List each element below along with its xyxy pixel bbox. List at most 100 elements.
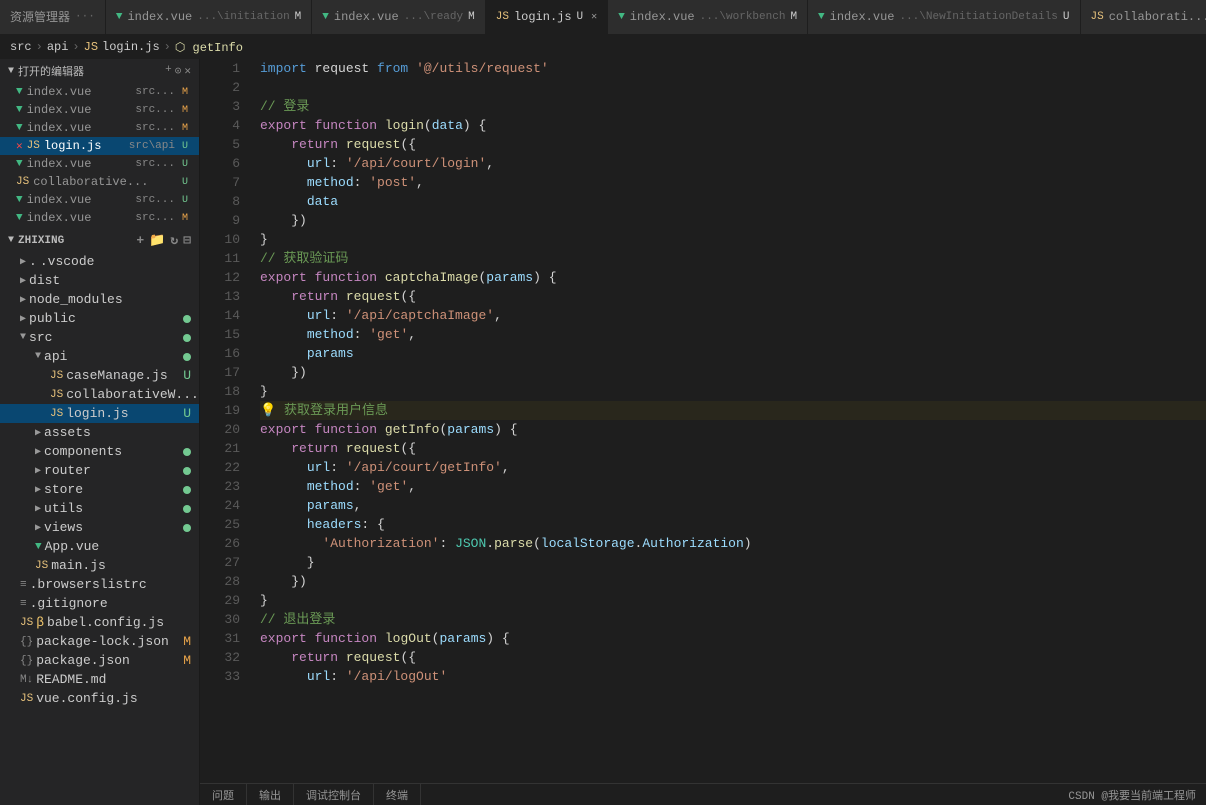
new-folder-icon[interactable]: 📁	[149, 233, 165, 248]
breadcrumb-getinfo[interactable]: ⬡ getInfo	[175, 40, 243, 55]
tree-item-vueconfig[interactable]: JS vue.config.js	[0, 689, 199, 708]
folder-name: utils	[44, 501, 83, 516]
breadcrumb-src[interactable]: src	[10, 40, 32, 54]
folder-name: .vscode	[40, 254, 95, 269]
new-file-icon[interactable]: +	[165, 64, 172, 78]
modified-badge: M	[179, 105, 191, 116]
code-line-23: method: 'get',	[260, 477, 1206, 496]
code-content[interactable]: import request from '@/utils/request' //…	[250, 59, 1206, 783]
git-status-dot	[183, 467, 191, 475]
tree-item-loginjs[interactable]: JS login.js U	[0, 404, 199, 423]
open-editors-section[interactable]: ▼ 打开的编辑器 + ⊙ ✕	[0, 59, 199, 83]
git-badge: M	[183, 634, 191, 649]
tree-item-node_modules[interactable]: ▶ node_modules	[0, 290, 199, 309]
tab-debug-console[interactable]: 调试控制台	[294, 784, 374, 805]
explorer-action-icons: + 📁 ↻ ⊟	[136, 233, 191, 248]
collapse-all-icon[interactable]: ⊟	[183, 233, 191, 248]
editor-filename: index.vue	[27, 193, 132, 207]
editor-item-index5[interactable]: ▼ index.vue src... U	[0, 191, 199, 209]
breadcrumb-loginjs[interactable]: login.js	[102, 40, 160, 54]
save-all-icon[interactable]: ⊙	[175, 64, 182, 78]
tab-collaborative[interactable]: JS collaborati...	[1081, 0, 1206, 34]
file-name: .browserslistrc	[30, 577, 147, 592]
editor-item-index3[interactable]: ▼ index.vue src... M	[0, 119, 199, 137]
tab-index-ready[interactable]: ▼ index.vue ...\ready M	[312, 0, 485, 34]
editor-path: src\api	[129, 140, 175, 152]
tree-item-gitignore[interactable]: ≡ .gitignore	[0, 594, 199, 613]
editor-item-index4[interactable]: ▼ index.vue src... U	[0, 155, 199, 173]
folder-name: views	[44, 520, 83, 535]
tree-item-appvue[interactable]: ▼ App.vue	[0, 537, 199, 556]
editor-item-index6[interactable]: ▼ index.vue src... M	[0, 209, 199, 227]
tree-item-casemanage[interactable]: JS caseManage.js U	[0, 366, 199, 385]
tree-item-src[interactable]: ▼ src	[0, 328, 199, 347]
tree-item-collaborative[interactable]: JS collaborativeW... U	[0, 385, 199, 404]
tab-index-workbench[interactable]: ▼ index.vue ...\workbench M	[608, 0, 808, 34]
code-container[interactable]: 12345 678910 1112131415 1617181920 21222…	[200, 59, 1206, 783]
tab-label: collaborati...	[1109, 10, 1206, 24]
tree-item-public[interactable]: ▶ public	[0, 309, 199, 328]
modified-badge: M	[179, 213, 191, 224]
editor-path: src...	[135, 86, 175, 98]
editor-item-loginjs[interactable]: ✕ JS login.js src\api U	[0, 137, 199, 155]
tab-explorer[interactable]: 资源管理器 ···	[0, 0, 106, 34]
tree-item-packagelock[interactable]: {} package-lock.json M	[0, 632, 199, 651]
tree-item-vscode[interactable]: ▶ . .vscode	[0, 252, 199, 271]
tree-item-views[interactable]: ▶ views	[0, 518, 199, 537]
editor-item-collaborative[interactable]: JS collaborative... U	[0, 173, 199, 191]
breadcrumb-api[interactable]: api	[47, 40, 69, 54]
tab-close-button[interactable]: ✕	[591, 11, 597, 23]
tab-label: index.vue	[830, 10, 895, 24]
code-line-21: return request({	[260, 439, 1206, 458]
arrow-icon: ▼	[8, 66, 14, 77]
folder-arrow: ▶	[20, 294, 26, 306]
editor-filename: collaborative...	[33, 175, 175, 189]
tree-item-router[interactable]: ▶ router	[0, 461, 199, 480]
file-name: caseManage.js	[66, 368, 167, 383]
tree-item-package[interactable]: {} package.json M	[0, 651, 199, 670]
tree-item-babelconfig[interactable]: JS β babel.config.js	[0, 613, 199, 632]
tree-item-dist[interactable]: ▶ dist	[0, 271, 199, 290]
code-line-33: url: '/api/logOut'	[260, 667, 1206, 686]
editor-filename: index.vue	[27, 103, 132, 117]
tree-item-components[interactable]: ▶ components	[0, 442, 199, 461]
tree-item-api[interactable]: ▼ api	[0, 347, 199, 366]
modified-badge: M	[179, 87, 191, 98]
tree-item-utils[interactable]: ▶ utils	[0, 499, 199, 518]
code-line-13: return request({	[260, 287, 1206, 306]
editor-item-index1[interactable]: ▼ index.vue src... M	[0, 83, 199, 101]
file-name: App.vue	[45, 539, 100, 554]
tree-item-store[interactable]: ▶ store	[0, 480, 199, 499]
tree-item-browserslistrc[interactable]: ≡ .browserslistrc	[0, 575, 199, 594]
tab-login-js[interactable]: JS login.js U ✕	[486, 0, 608, 34]
close-icon[interactable]: ✕	[16, 139, 23, 153]
tree-item-mainjs[interactable]: JS main.js	[0, 556, 199, 575]
tab-terminal[interactable]: 终端	[374, 784, 421, 805]
folder-arrow: ▶	[20, 256, 26, 268]
code-line-25: headers: {	[260, 515, 1206, 534]
editor-item-index2[interactable]: ▼ index.vue src... M	[0, 101, 199, 119]
js-file-icon: JS	[16, 176, 29, 188]
tab-index-newinitiationdetails[interactable]: ▼ index.vue ...\NewInitiationDetails U	[808, 0, 1080, 34]
tab-path: ...\ready	[404, 11, 463, 23]
main-area: ▼ 打开的编辑器 + ⊙ ✕ ▼ index.vue src... M ▼ in…	[0, 59, 1206, 805]
js-file-icon: JS	[27, 140, 40, 152]
open-editors-icons: + ⊙ ✕	[165, 64, 191, 78]
js-file-icon: JS	[20, 617, 33, 629]
refresh-icon[interactable]: ↻	[170, 233, 178, 248]
breadcrumb: src › api › JS login.js › ⬡ getInfo	[0, 35, 1206, 59]
tab-path: ...\initiation	[197, 11, 289, 23]
code-line-9: })	[260, 211, 1206, 230]
tree-item-assets[interactable]: ▶ assets	[0, 423, 199, 442]
folder-arrow: ▶	[20, 313, 26, 325]
git-status-dot	[183, 353, 191, 361]
tab-output[interactable]: 输出	[247, 784, 294, 805]
tree-item-readme[interactable]: M↓ README.md	[0, 670, 199, 689]
code-line-18: }	[260, 382, 1206, 401]
close-all-icon[interactable]: ✕	[184, 64, 191, 78]
code-line-11: // 获取验证码	[260, 249, 1206, 268]
new-file-icon[interactable]: +	[136, 233, 144, 248]
code-line-12: export function captchaImage(params) {	[260, 268, 1206, 287]
tab-problems[interactable]: 问题	[200, 784, 247, 805]
tab-index-initiation[interactable]: ▼ index.vue ...\initiation M	[106, 0, 312, 34]
